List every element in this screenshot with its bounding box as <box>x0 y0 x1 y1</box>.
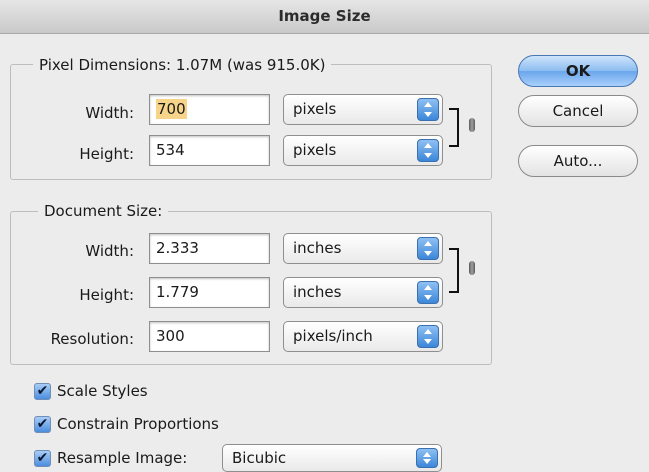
document-size-legend: Document Size: <box>38 202 169 220</box>
up-down-arrows-icon <box>417 325 439 348</box>
resolution-field[interactable]: 300 <box>149 321 270 352</box>
resolution-label: Resolution: <box>50 330 134 348</box>
pixel-width-label: Width: <box>85 104 134 122</box>
pixel-link-bracket <box>449 108 459 147</box>
doc-height-field[interactable]: 1.779 <box>149 277 270 308</box>
up-down-arrows-icon <box>416 448 438 468</box>
constrain-proportions-checkbox[interactable]: ✔ <box>34 416 51 433</box>
resample-image-checkbox[interactable]: ✔ <box>34 450 51 467</box>
resample-method-select[interactable]: Bicubic <box>222 444 442 472</box>
resample-method-label: Bicubic <box>232 449 287 467</box>
resample-image-label[interactable]: Resample Image: <box>57 449 187 467</box>
cancel-button[interactable]: Cancel <box>518 95 638 127</box>
chain-link-icon <box>469 261 475 275</box>
doc-width-label: Width: <box>85 242 134 260</box>
ok-button[interactable]: OK <box>518 55 638 87</box>
doc-height-unit-label: inches <box>293 283 342 301</box>
constrain-proportions-label[interactable]: Constrain Proportions <box>57 415 219 433</box>
pixel-width-unit-select[interactable]: pixels <box>283 94 443 125</box>
doc-width-unit-select[interactable]: inches <box>283 233 443 264</box>
doc-width-unit-label: inches <box>293 239 342 257</box>
scale-styles-label[interactable]: Scale Styles <box>57 382 148 400</box>
up-down-arrows-icon <box>417 237 439 260</box>
window-title: Image Size <box>0 0 649 34</box>
checkmark-icon: ✔ <box>36 416 49 432</box>
checkmark-icon: ✔ <box>36 450 49 466</box>
doc-width-field[interactable]: 2.333 <box>149 233 270 264</box>
pixel-width-unit-label: pixels <box>293 100 337 118</box>
scale-styles-checkbox[interactable]: ✔ <box>34 383 51 400</box>
pixel-height-unit-label: pixels <box>293 141 337 159</box>
checkmark-icon: ✔ <box>36 383 49 399</box>
pixel-dimensions-legend: Pixel Dimensions: 1.07M (was 915.0K) <box>33 56 332 74</box>
up-down-arrows-icon <box>417 98 439 121</box>
doc-link-bracket <box>449 248 459 293</box>
chain-link-icon <box>469 118 475 132</box>
resolution-unit-select[interactable]: pixels/inch <box>283 321 443 352</box>
pixel-height-field[interactable]: 534 <box>149 135 270 166</box>
doc-height-label: Height: <box>79 286 134 304</box>
resolution-unit-label: pixels/inch <box>293 327 373 345</box>
pixel-height-unit-select[interactable]: pixels <box>283 135 443 166</box>
auto-button[interactable]: Auto... <box>518 145 638 177</box>
pixel-height-label: Height: <box>79 145 134 163</box>
pixel-width-value: 700 <box>156 99 187 119</box>
doc-height-unit-select[interactable]: inches <box>283 277 443 308</box>
pixel-width-field[interactable]: 700 <box>149 94 270 125</box>
up-down-arrows-icon <box>417 281 439 304</box>
up-down-arrows-icon <box>417 139 439 162</box>
